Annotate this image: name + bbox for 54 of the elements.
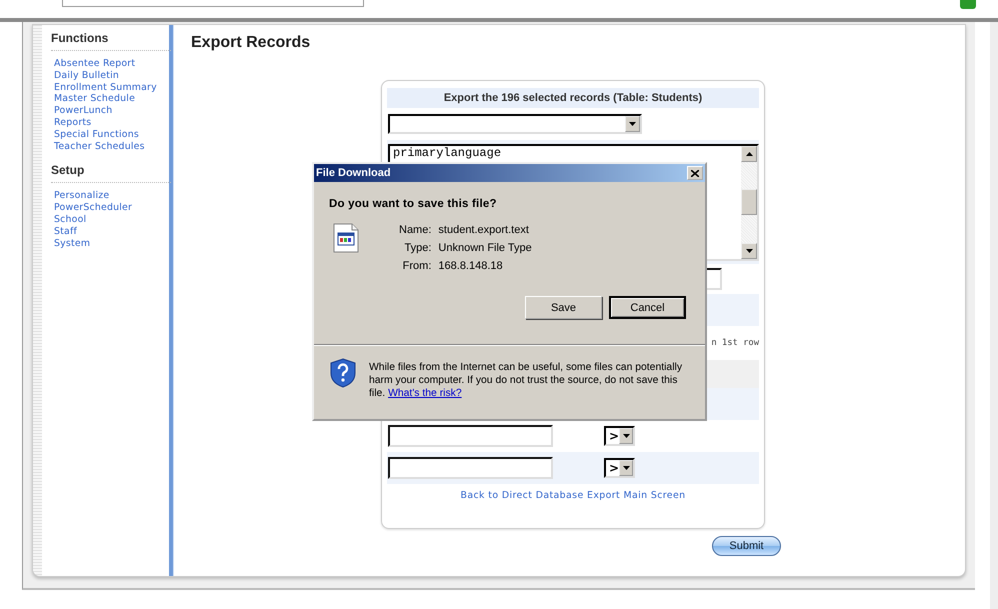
warning-text: While files from the Internet can be useful, some files can potentially harm your computer. If you do not trust the source, do not save this file. What's the risk? <box>369 361 684 400</box>
caret-icon <box>622 466 630 470</box>
sidebar-link[interactable]: Daily Bulletin <box>54 70 169 82</box>
sidebar-link[interactable]: PowerLunch <box>54 105 169 117</box>
text-field[interactable] <box>388 425 553 447</box>
back-link[interactable]: Back to Direct Database Export Main Screen <box>387 490 759 501</box>
scroll-up-button[interactable] <box>741 146 757 162</box>
dialog-question: Do you want to save this file? <box>329 198 498 210</box>
row-label: n 1st row <box>711 338 759 348</box>
scrollbar[interactable] <box>741 146 757 258</box>
risk-link[interactable]: What's the risk? <box>388 388 462 399</box>
sidebar-heading: Functions <box>51 31 171 51</box>
list-item[interactable]: primarylanguage <box>393 146 738 160</box>
sidebar-link[interactable]: Reports <box>54 116 169 129</box>
operator-dropdown[interactable]: > <box>604 426 635 446</box>
sidebar-link[interactable]: Staff <box>54 226 169 238</box>
caret-icon <box>746 248 752 252</box>
sidebar-link[interactable]: School <box>54 214 169 226</box>
shield-help-icon <box>330 358 356 388</box>
sidebar-link[interactable]: System <box>54 238 169 250</box>
field-dropdown[interactable] <box>388 114 642 134</box>
operator-dropdown[interactable]: > <box>604 458 635 478</box>
sidebar-link[interactable]: PowerScheduler <box>54 202 169 214</box>
submit-button[interactable]: Submit <box>712 536 781 556</box>
go-icon[interactable] <box>960 0 976 9</box>
page-title: Export Records <box>191 34 312 52</box>
detail-value: Unknown File Type <box>438 242 532 255</box>
scrollbar[interactable] <box>990 22 998 609</box>
caret-icon <box>629 122 636 126</box>
text-field[interactable] <box>388 457 553 479</box>
sidebar-heading: Setup <box>51 163 171 184</box>
detail-value: 168.8.148.18 <box>438 260 504 273</box>
sidebar-link[interactable]: Absentee Report <box>54 58 169 70</box>
scroll-thumb[interactable] <box>741 189 757 215</box>
scroll-down-button[interactable] <box>741 242 757 258</box>
detail-value: student.export.text <box>438 224 530 237</box>
dialog-title: File Download <box>316 167 391 179</box>
sidebar-link[interactable]: Special Functions <box>54 128 169 141</box>
file-icon <box>333 223 359 253</box>
close-button[interactable] <box>687 166 703 180</box>
address-field[interactable] <box>62 0 364 7</box>
sidebar-link[interactable]: Personalize <box>54 190 169 202</box>
up-caret-icon <box>746 152 752 156</box>
close-icon <box>691 170 699 176</box>
dialog-button[interactable]: Save <box>525 296 602 319</box>
sidebar-link[interactable]: Master Schedule <box>54 93 169 106</box>
sidebar-link[interactable]: Enrollment Summary <box>54 82 169 94</box>
detail-label: Type: <box>404 242 432 255</box>
detail-label: From: <box>402 260 432 273</box>
sidebar-link[interactable]: Teacher Schedules <box>54 140 169 152</box>
form-header: Export the 196 selected records (Table: Students) <box>387 88 759 108</box>
caret-icon <box>622 434 630 438</box>
dialog-button[interactable]: Cancel <box>609 296 686 319</box>
detail-label: Name: <box>399 224 432 237</box>
